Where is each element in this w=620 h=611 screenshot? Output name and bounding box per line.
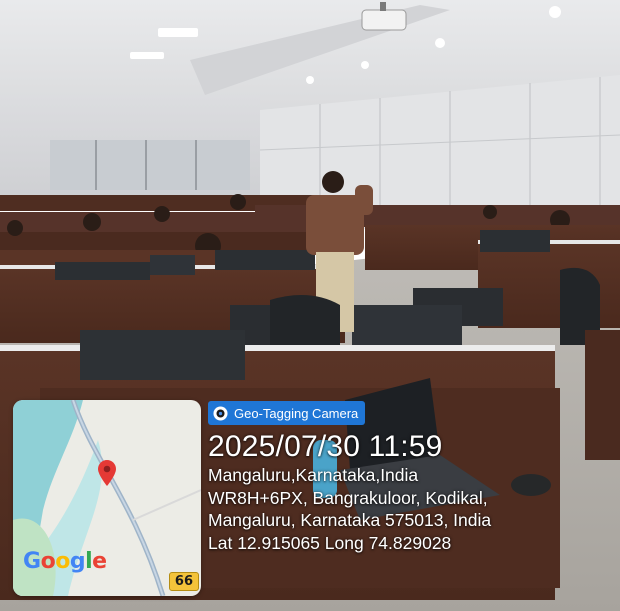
ceiling-light <box>361 61 369 69</box>
student <box>154 206 170 222</box>
app-tag: Geo-Tagging Camera <box>208 401 366 425</box>
ceiling-light <box>549 6 561 18</box>
monitor <box>480 230 550 252</box>
ceiling-light <box>306 76 314 84</box>
projector <box>361 9 407 31</box>
app-name: Geo-Tagging Camera <box>234 405 359 421</box>
projector-mount <box>380 2 386 11</box>
student <box>483 205 497 219</box>
front-monitor <box>80 330 245 380</box>
camera-icon <box>213 405 228 421</box>
ceiling-light <box>158 28 198 37</box>
coordinates: Lat 12.915065 Long 74.829028 <box>208 532 452 553</box>
location-map: Google 66 <box>13 400 201 596</box>
side-cabinet <box>585 330 620 460</box>
chair <box>270 295 340 350</box>
monitor <box>215 250 315 270</box>
student <box>83 213 101 231</box>
monitor <box>352 305 462 345</box>
monitor <box>55 262 150 280</box>
geo-info: 2025/07/30 11:59 Mangaluru,Karnataka,Ind… <box>208 430 491 554</box>
city-line: Mangaluru,Karnataka,India <box>208 465 419 485</box>
road-badge: 66 <box>168 572 199 591</box>
mouse <box>511 474 551 496</box>
map-pin-icon <box>98 460 116 486</box>
address-line-1: WR8H+6PX, Bangrakuloor, Kodikal, <box>208 487 488 508</box>
google-logo: Google <box>23 549 107 574</box>
student <box>7 220 23 236</box>
capture-datetime: 2025/07/30 11:59 <box>208 430 443 463</box>
window <box>50 140 250 190</box>
ceiling-light <box>130 52 164 59</box>
student <box>230 194 246 210</box>
monitor <box>150 255 195 275</box>
photo-frame: Google 66 Geo-Tagging Camera 2025/07/30 … <box>0 0 620 611</box>
address-line-2: Mangaluru, Karnataka 575013, India <box>208 510 492 530</box>
ceiling-light <box>435 38 445 48</box>
